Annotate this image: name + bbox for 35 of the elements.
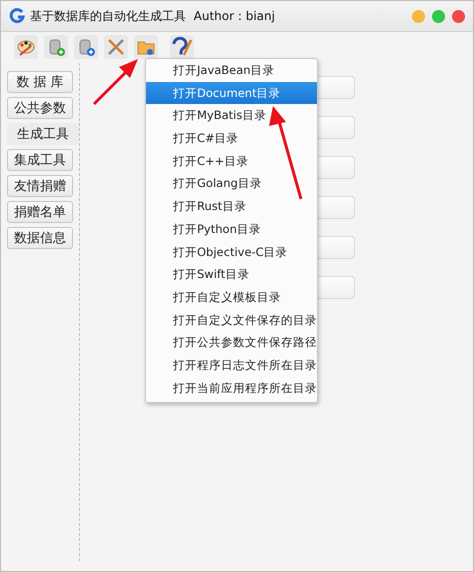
menu-item[interactable]: 打开MyBatis目录 <box>146 104 317 128</box>
menu-item[interactable]: 打开当前应用程序所在目录 <box>146 376 317 400</box>
window-title: 基于数据库的自动化生成工具 Author : bianj <box>30 8 276 24</box>
menu-item[interactable]: 打开Document目录 <box>146 82 317 104</box>
menu-item[interactable]: 打开自定义模板目录 <box>146 286 317 309</box>
sidebar-tab[interactable]: 生成工具 <box>7 123 79 145</box>
close-button[interactable] <box>452 10 465 22</box>
toolbar-button[interactable] <box>14 35 38 59</box>
toolbar-button[interactable] <box>134 35 158 59</box>
menu-item[interactable]: 打开C++目录 <box>146 150 317 172</box>
menu-item[interactable]: 打开公共参数文件保存路径 <box>146 331 317 354</box>
menu-item[interactable]: 打开Rust目录 <box>146 195 317 218</box>
toolbar-button[interactable] <box>44 35 68 59</box>
menu-item[interactable]: 打开Objective-C目录 <box>146 240 317 264</box>
sidebar-tab[interactable]: 捐赠名单 <box>7 201 73 223</box>
sidebar-tab[interactable]: 公共参数 <box>7 97 73 119</box>
menu-item[interactable]: 打开Golang目录 <box>146 172 317 196</box>
sidebar-tab[interactable]: 集成工具 <box>7 149 73 171</box>
menu-item[interactable]: 打开C#目录 <box>146 127 317 150</box>
menu-item[interactable]: 打开Python目录 <box>146 218 317 240</box>
arrow <box>92 59 138 106</box>
minimize-button[interactable] <box>412 10 425 22</box>
toolbar-button[interactable] <box>170 35 194 59</box>
menu-item[interactable]: 打开Swift目录 <box>146 263 317 286</box>
sidebar-tab[interactable]: 友情捐赠 <box>7 175 73 197</box>
toolbar-button[interactable] <box>74 35 98 59</box>
sidebar-tab[interactable]: 数据信息 <box>7 227 73 249</box>
menu-item[interactable]: 打开程序日志文件所在目录 <box>146 354 317 377</box>
menu-item[interactable]: 打开自定义文件保存的目录 <box>146 308 317 332</box>
sidebar-tab[interactable]: 数 据 库 <box>7 71 73 93</box>
maximize-button[interactable] <box>432 10 445 22</box>
app-logo-icon <box>9 8 25 24</box>
toolbar-button[interactable] <box>104 35 128 59</box>
menu-item[interactable]: 打开JavaBean目录 <box>146 59 317 82</box>
help-icon <box>172 37 192 57</box>
